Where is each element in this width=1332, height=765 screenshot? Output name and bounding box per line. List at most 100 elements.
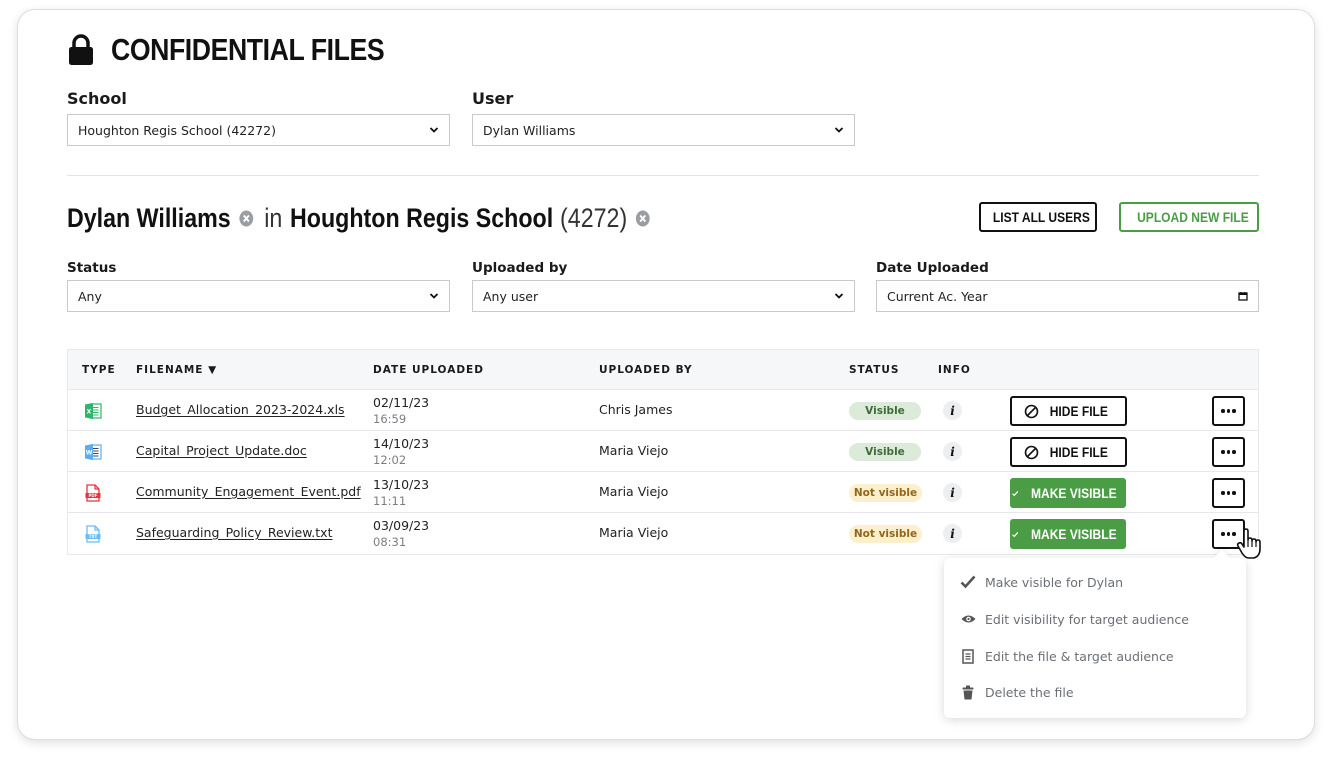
ban-icon (1024, 404, 1039, 418)
section-divider (67, 175, 1259, 176)
make-visible-button[interactable]: MAKE VISIBLE (1010, 478, 1126, 508)
clear-school-icon[interactable] (636, 210, 651, 227)
table-row: W Capital_Project_Update.doc 14/10/23 12… (68, 431, 1258, 472)
check-icon (1012, 490, 1019, 496)
status-badge: Visible (849, 443, 921, 461)
info-icon[interactable]: i (943, 442, 962, 461)
context-heading: Dylan Williams in Houghton Regis School … (67, 200, 661, 236)
upload-date: 13/10/23 (373, 477, 430, 492)
menu-item-delete-file[interactable]: Delete the file (960, 681, 1074, 703)
column-header-status[interactable]: STATUS (849, 364, 899, 376)
uploaded-by: Maria Viejo (599, 525, 669, 540)
chevron-down-icon (834, 293, 844, 299)
upload-date: 03/09/23 (373, 518, 430, 533)
uploaded-by: Maria Viejo (599, 443, 669, 458)
eye-icon (961, 615, 975, 623)
menu-item-label: Edit the file & target audience (985, 648, 1174, 664)
menu-item-make-visible[interactable]: Make visible for Dylan (960, 571, 1123, 593)
make-visible-label: MAKE VISIBLE (1031, 526, 1118, 542)
make-visible-label: MAKE VISIBLE (1031, 485, 1118, 501)
trash-icon (962, 685, 974, 699)
hide-file-button[interactable]: HIDE FILE (1010, 437, 1127, 467)
filename-link[interactable]: Budget_Allocation_2023-2024.xls (136, 402, 345, 417)
status-badge: Visible (849, 402, 921, 420)
txt-file-icon: TXT (85, 525, 101, 543)
user-select[interactable]: Dylan Williams (472, 114, 855, 146)
page-header: CONFIDENTIAL FILES (67, 30, 429, 70)
menu-item-label: Edit visibility for target audience (985, 611, 1189, 627)
more-options-button[interactable] (1212, 478, 1245, 508)
uploaded-by: Maria Viejo (599, 484, 669, 499)
filename-link[interactable]: Community_Engagement_Event.pdf (136, 484, 361, 499)
svg-text:W: W (86, 450, 93, 457)
document-icon (962, 648, 974, 664)
date-uploaded-filter-label: Date Uploaded (876, 260, 989, 276)
more-options-button[interactable] (1212, 396, 1245, 426)
menu-item-label: Make visible for Dylan (985, 574, 1124, 590)
status-badge: Not visible (849, 525, 922, 543)
calendar-icon[interactable] (1238, 291, 1248, 301)
upload-time: 12:02 (373, 453, 407, 467)
menu-item-edit-file[interactable]: Edit the file & target audience (960, 645, 1174, 667)
row-options-menu: Make visible for Dylan Edit visibility f… (944, 549, 1246, 718)
more-icon (1221, 532, 1236, 536)
svg-text:PDF: PDF (89, 493, 98, 498)
make-visible-button[interactable]: MAKE VISIBLE (1010, 519, 1126, 549)
context-connector: in (264, 202, 283, 233)
more-icon (1221, 450, 1236, 454)
user-label: User (472, 89, 514, 108)
upload-new-file-label: UPLOAD NEW FILE (1136, 209, 1249, 225)
upload-time: 08:31 (373, 535, 407, 549)
column-header-filename[interactable]: FILENAME ▼ (136, 364, 217, 376)
ban-icon (1024, 445, 1039, 459)
more-options-button[interactable] (1212, 437, 1245, 467)
status-filter-label: Status (67, 260, 117, 276)
upload-time: 16:59 (373, 412, 407, 426)
context-school-code: (4272) (560, 202, 628, 233)
status-filter-value: Any (78, 288, 102, 304)
date-uploaded-filter-input[interactable]: Current Ac. Year (876, 280, 1259, 312)
hand-cursor-icon (1236, 528, 1261, 559)
menu-item-edit-visibility[interactable]: Edit visibility for target audience (960, 608, 1189, 630)
menu-item-label: Delete the file (985, 684, 1074, 700)
column-header-info: INFO (938, 364, 971, 376)
uploaded-by-filter-select[interactable]: Any user (472, 280, 855, 312)
table-row: TXT Safeguarding_Policy_Review.txt 03/09… (68, 513, 1258, 554)
status-filter-select[interactable]: Any (67, 280, 450, 312)
svg-text:X: X (87, 409, 92, 416)
uploaded-by: Chris James (599, 402, 673, 417)
hide-file-label: HIDE FILE (1049, 444, 1109, 460)
context-user-name: Dylan Williams (67, 202, 231, 233)
status-badge: Not visible (849, 484, 922, 502)
info-icon[interactable]: i (943, 483, 962, 502)
upload-new-file-button[interactable]: UPLOAD NEW FILE (1119, 202, 1259, 232)
filename-link[interactable]: Capital_Project_Update.doc (136, 443, 307, 458)
column-header-uploaded-by[interactable]: UPLOADED BY (599, 364, 693, 376)
uploaded-by-filter-label: Uploaded by (472, 260, 568, 276)
excel-file-icon: X (85, 403, 102, 419)
chevron-down-icon (429, 293, 439, 299)
school-label: School (67, 89, 127, 108)
uploaded-by-filter-value: Any user (483, 288, 539, 304)
check-icon (1012, 531, 1019, 537)
school-select[interactable]: Houghton Regis School (42272) (67, 114, 450, 146)
table-header: TYPE FILENAME ▼ DATE UPLOADED UPLOADED B… (68, 350, 1258, 390)
pdf-file-icon: PDF (85, 484, 101, 502)
filename-link[interactable]: Safeguarding_Policy_Review.txt (136, 525, 332, 540)
page-title: CONFIDENTIAL FILES (111, 32, 385, 67)
column-header-date-uploaded[interactable]: DATE UPLOADED (373, 364, 484, 376)
check-icon (960, 575, 976, 589)
info-icon[interactable]: i (943, 401, 962, 420)
chevron-down-icon (429, 127, 439, 133)
table-row: PDF Community_Engagement_Event.pdf 13/10… (68, 472, 1258, 513)
upload-date: 14/10/23 (373, 436, 430, 451)
user-select-value: Dylan Williams (483, 122, 576, 138)
hide-file-button[interactable]: HIDE FILE (1010, 396, 1127, 426)
school-select-value: Houghton Regis School (42272) (78, 122, 276, 138)
info-icon[interactable]: i (943, 524, 962, 543)
chevron-down-icon (834, 127, 844, 133)
more-icon (1221, 491, 1236, 495)
list-all-users-button[interactable]: LIST ALL USERS (979, 202, 1097, 232)
clear-user-icon[interactable] (239, 210, 254, 227)
word-file-icon: W (85, 444, 102, 460)
